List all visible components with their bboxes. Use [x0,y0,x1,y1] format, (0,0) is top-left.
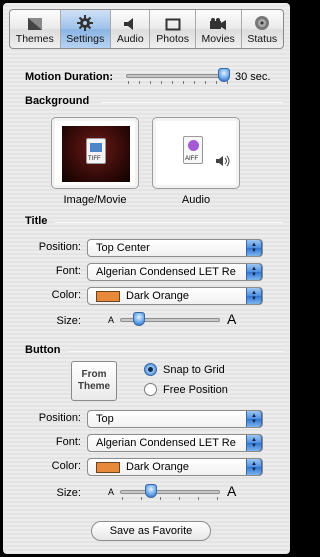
motion-duration-label: Motion Duration: [25,71,113,83]
title-heading: Title [25,215,48,227]
button-color-select[interactable]: Dark Orange ▲ ▼ [87,458,263,476]
button-color-label: Color: [51,460,81,472]
aiff-file-icon: AIFF [183,136,203,164]
slider-track [120,490,220,494]
save-as-favorite-button[interactable]: Save as Favorite [91,521,211,541]
theater-curtain-image: TIFF [62,126,130,182]
image-movie-label: Image/Movie [63,194,127,206]
stepper-arrows-icon: ▲ ▼ [246,411,262,427]
title-size-label: Size: [56,315,81,327]
stepper-arrows-icon: ▲ ▼ [246,264,262,280]
button-position-label: Position: [38,412,81,424]
size-small-icon: A [108,315,115,325]
tab-movies[interactable]: Movies [196,10,242,48]
slider-track [126,74,230,78]
tab-photos[interactable]: Photos [150,10,196,48]
title-position-select[interactable]: Top Center ▲ ▼ [87,239,263,257]
color-swatch [96,290,120,302]
photo-frame-icon [165,18,181,31]
divider [69,351,283,352]
title-position-label: Position: [38,241,81,253]
speaker-icon [124,18,134,30]
title-font-label: Font: [55,265,81,277]
divider [55,222,283,223]
audio-well[interactable]: AIFF [152,117,240,189]
tab-settings[interactable]: Settings [60,10,112,48]
settings-panel: Themes Settings Audio Photos Movies Stat… [3,3,290,554]
title-color-select[interactable]: Dark Orange ▲ ▼ [87,287,263,305]
stepper-arrows-icon: ▲ ▼ [246,288,262,304]
title-color-label: Color: [51,289,81,301]
title-font-select[interactable]: Algerian Condensed LET Re ▲ ▼ [87,263,263,281]
slider-knob[interactable] [145,484,157,498]
size-large-icon: A [227,483,237,499]
motion-duration-value: 30 sec. [235,71,271,83]
color-swatch [96,461,120,473]
stepper-arrows-icon: ▲ ▼ [246,459,262,475]
image-movie-well[interactable]: TIFF [51,117,139,189]
background-heading: Background [25,95,90,107]
button-size-label: Size: [56,487,81,499]
radio-unselected-icon[interactable] [144,383,157,396]
slider-knob[interactable] [218,68,230,82]
button-position-select[interactable]: Top ▲ ▼ [87,410,263,428]
divider [101,102,283,103]
gear-icon [77,15,94,31]
disc-icon [255,16,270,30]
slider-knob[interactable] [133,312,145,326]
button-font-label: Font: [55,436,81,448]
snap-to-grid-option[interactable]: Snap to Grid [144,363,225,376]
size-large-icon: A [227,311,237,327]
speaker-icon [216,155,230,167]
stepper-arrows-icon: ▲ ▼ [246,240,262,256]
size-small-icon: A [108,487,115,497]
tiff-file-icon: TIFF [86,138,106,164]
radio-selected-icon[interactable] [144,363,157,376]
free-position-option[interactable]: Free Position [144,383,228,396]
button-size-slider[interactable] [120,484,220,501]
button-heading: Button [25,344,61,356]
audio-label: Audio [181,194,211,206]
themes-icon [27,18,42,30]
from-theme-button[interactable]: From Theme [71,361,117,401]
motion-duration-slider[interactable] [126,68,230,85]
tab-themes[interactable]: Themes [10,10,61,48]
movie-camera-icon [210,18,227,30]
tab-audio[interactable]: Audio [111,10,151,48]
tab-status[interactable]: Status [242,10,283,48]
button-font-select[interactable]: Algerian Condensed LET Re ▲ ▼ [87,434,263,452]
title-size-slider[interactable] [120,312,220,329]
stepper-arrows-icon: ▲ ▼ [246,435,262,451]
toolbar: Themes Settings Audio Photos Movies Stat… [9,9,284,49]
